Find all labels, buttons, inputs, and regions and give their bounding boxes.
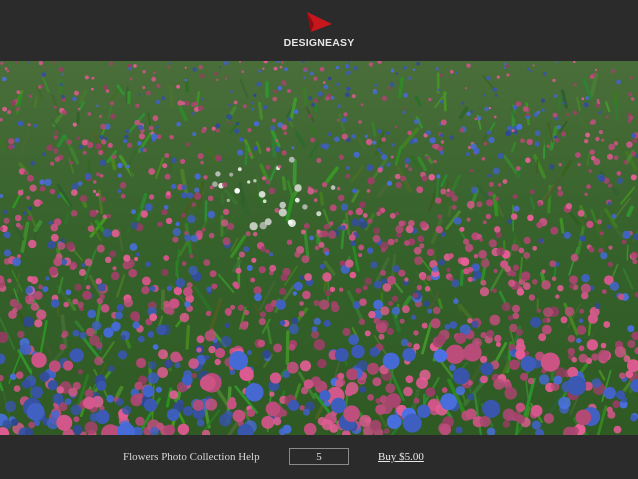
collection-help-label: Flowers Photo Collection Help <box>123 451 260 463</box>
bottom-bar: Flowers Photo Collection Help Buy $5.00 <box>0 435 638 479</box>
flower-field-image <box>0 61 638 435</box>
buy-link[interactable]: Buy $5.00 <box>378 451 424 463</box>
top-bar: DESIGNEASY <box>0 0 638 61</box>
quantity-input[interactable] <box>289 448 349 465</box>
brand-name: DESIGNEASY <box>283 37 355 49</box>
red-play-triangle-icon <box>307 12 332 32</box>
flower-field-photo <box>0 61 638 435</box>
